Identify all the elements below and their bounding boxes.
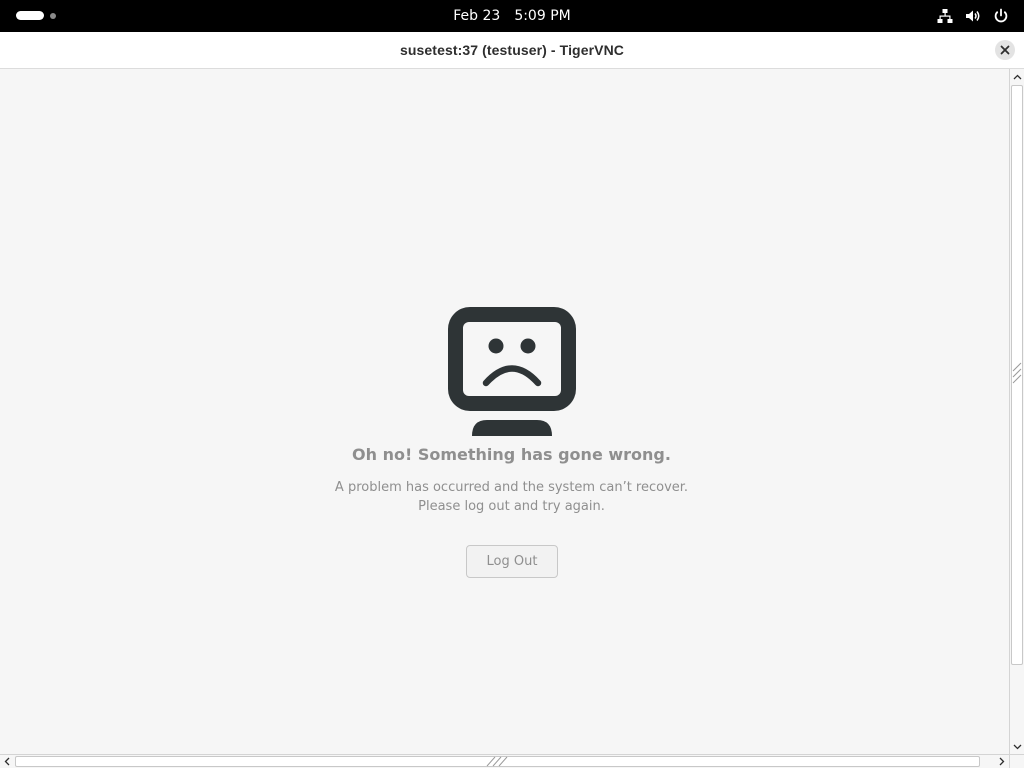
workspace-inactive-indicator [50, 13, 56, 19]
scrollbar-corner [1009, 754, 1024, 768]
system-tray[interactable] [936, 6, 1010, 26]
chevron-up-icon [1013, 74, 1021, 79]
error-message-line-2: Please log out and try again. [418, 499, 605, 514]
close-button[interactable] [995, 40, 1015, 60]
window-title: susetest:37 (testuser) - TigerVNC [400, 42, 624, 58]
network-wired-icon[interactable] [936, 7, 954, 25]
log-out-button[interactable]: Log Out [466, 545, 558, 578]
error-message-line-1: A problem has occurred and the system ca… [334, 480, 689, 495]
volume-icon[interactable] [964, 7, 982, 25]
remote-desktop-view[interactable]: Oh no! Something has gone wrong. A probl… [0, 69, 1009, 754]
clock-time[interactable]: 5:09 PM [514, 8, 570, 24]
scroll-left-arrow[interactable] [0, 755, 14, 768]
vertical-scrollbar[interactable] [1009, 69, 1024, 754]
top-bar: Feb 23 5:09 PM [0, 0, 1024, 32]
vertical-grip-icon [1012, 362, 1022, 384]
clock-date[interactable]: Feb 23 [453, 8, 500, 24]
horizontal-scrollbar[interactable] [0, 754, 1009, 768]
sad-computer-icon [448, 307, 576, 436]
error-headline: Oh no! Something has gone wrong. [352, 445, 671, 464]
close-icon [1000, 45, 1010, 55]
workspace-active-indicator [16, 11, 44, 20]
chevron-left-icon [4, 757, 10, 766]
power-icon[interactable] [992, 7, 1010, 25]
scroll-right-arrow[interactable] [995, 755, 1009, 768]
horizontal-grip-icon [486, 756, 508, 767]
window-titlebar[interactable]: susetest:37 (testuser) - TigerVNC [0, 32, 1024, 69]
error-message: A problem has occurred and the system ca… [0, 478, 1023, 516]
chevron-right-icon [999, 757, 1005, 766]
chevron-down-icon [1013, 744, 1021, 749]
scroll-down-arrow[interactable] [1010, 739, 1024, 754]
scroll-up-arrow[interactable] [1010, 69, 1024, 84]
clock[interactable]: Feb 23 5:09 PM [0, 0, 1024, 32]
